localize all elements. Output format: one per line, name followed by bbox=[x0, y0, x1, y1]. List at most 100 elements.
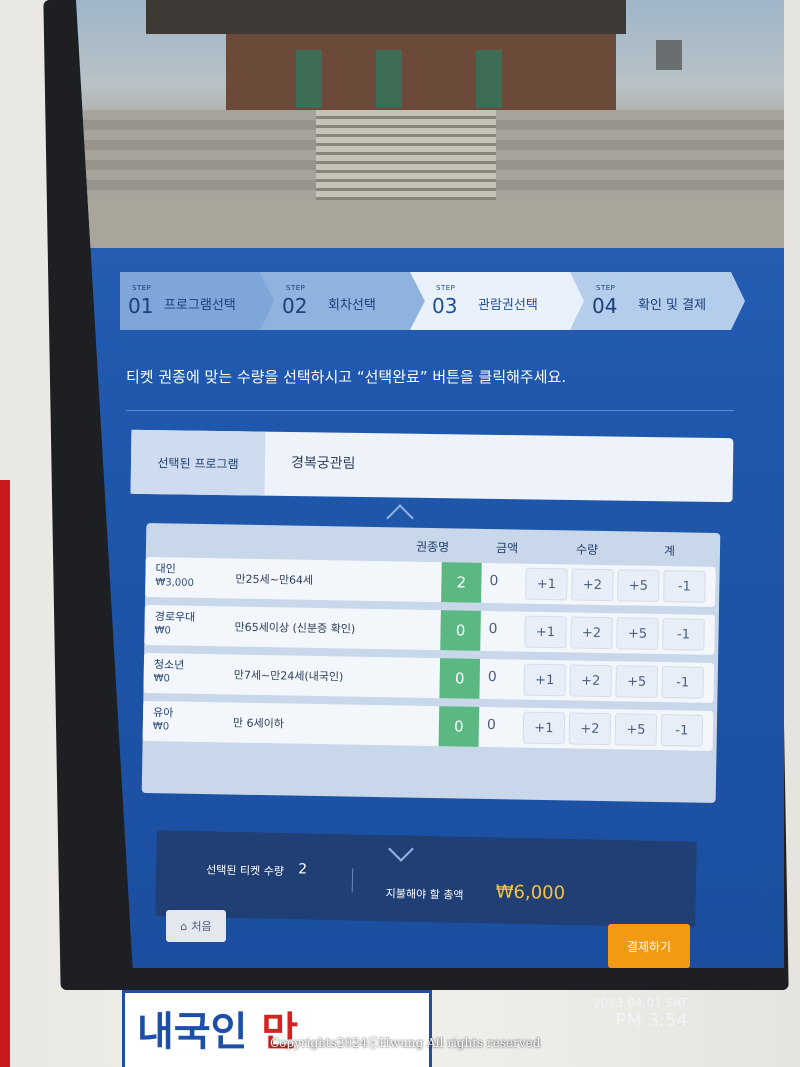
domestic-visitor-sign: 내국인 만 bbox=[122, 990, 432, 1067]
summary-divider bbox=[351, 868, 354, 893]
ticket-price: ₩0 bbox=[154, 625, 171, 637]
pay-button[interactable]: 결제하기 bbox=[608, 924, 690, 968]
instruction-text: 티켓 권종에 맞는 수량을 선택하시고 “선택완료” 버튼을 클릭해주세요. bbox=[126, 368, 567, 386]
subtract-one-button[interactable]: -1 bbox=[663, 570, 706, 603]
add-two-button[interactable]: +2 bbox=[570, 616, 613, 650]
subtract-one-button[interactable]: -1 bbox=[660, 714, 704, 747]
home-button[interactable]: ⌂ 처음 bbox=[166, 910, 226, 942]
add-two-button[interactable]: +2 bbox=[569, 664, 612, 698]
palace-hall bbox=[226, 34, 616, 112]
quantity-value: 0 bbox=[438, 706, 480, 747]
home-icon: ⌂ bbox=[180, 919, 188, 933]
subtract-one-button[interactable]: -1 bbox=[661, 666, 704, 699]
quantity-value: 0 bbox=[440, 610, 481, 651]
table-row: 대인 ₩3,000 만25세~만64세 2 0 +1 +2 +5 -1 bbox=[145, 557, 716, 607]
step-label: 프로그램선택 bbox=[164, 298, 236, 313]
header-quantity: 수량 bbox=[575, 542, 599, 557]
datetime-display: 2023.04.01 SAT PM 3:54 bbox=[580, 996, 688, 1031]
add-one-button[interactable]: +1 bbox=[522, 711, 566, 745]
palace-roof bbox=[146, 0, 626, 34]
copyright-watermark: Copyrights2024ⓒHwung All rights reserved bbox=[270, 1036, 541, 1050]
row-amount: 0 bbox=[487, 668, 497, 686]
courtyard-ground bbox=[76, 200, 784, 248]
step-tag: STEP bbox=[596, 284, 616, 292]
stone-stairs bbox=[316, 110, 496, 210]
ticket-count: 2 bbox=[298, 861, 308, 878]
sign-text-blue: 내국인 bbox=[137, 1009, 248, 1055]
add-two-button[interactable]: +2 bbox=[568, 712, 612, 746]
program-value: 경복궁관림 bbox=[290, 455, 356, 472]
hall-window bbox=[376, 50, 402, 108]
ticket-type-label: 유아 bbox=[152, 706, 174, 720]
kiosk-screen: STEP 01 프로그램선택 STEP 02 회차선택 STEP 03 관람권선… bbox=[76, 0, 784, 968]
ticket-type-name: 청소년 ₩0 bbox=[154, 658, 185, 687]
step-3-current: STEP 03 관람권선택 bbox=[410, 272, 595, 330]
program-label: 선택된 프로그램 bbox=[130, 429, 266, 496]
step-progress-bar: STEP 01 프로그램선택 STEP 02 회차선택 STEP 03 관람권선… bbox=[120, 272, 745, 330]
step-4: STEP 04 확인 및 결제 bbox=[570, 272, 745, 330]
step-number: 04 bbox=[592, 294, 618, 318]
quantity-value: 2 bbox=[441, 562, 482, 603]
pagoda bbox=[656, 40, 682, 70]
total-amount: ₩6,000 bbox=[495, 881, 566, 904]
table-row: 유아 ₩0 만 6세이하 0 0 +1 +2 +5 -1 bbox=[142, 700, 714, 751]
total-label: 지불해야 할 총액 bbox=[385, 887, 464, 902]
row-amount: 0 bbox=[488, 621, 498, 638]
divider bbox=[126, 410, 734, 411]
add-one-button[interactable]: +1 bbox=[525, 567, 568, 601]
ticket-count-label: 선택된 티켓 수량 bbox=[206, 863, 285, 879]
add-one-button[interactable]: +1 bbox=[523, 663, 566, 697]
ticket-age-range: 만7세~만24세(내국인) bbox=[233, 668, 344, 684]
ticket-table: 권종명 금액 수량 계 대인 ₩3,000 만25세~만64세 2 0 +1 +2… bbox=[141, 523, 721, 803]
step-number: 03 bbox=[432, 294, 458, 318]
add-two-button[interactable]: +2 bbox=[571, 568, 614, 602]
row-amount: 0 bbox=[489, 573, 499, 590]
red-kiosk-edge bbox=[0, 480, 10, 1067]
ticket-price: ₩3,000 bbox=[155, 577, 194, 589]
ticket-age-range: 만25세~만64세 bbox=[235, 572, 314, 587]
ticket-age-range: 만 6세이하 bbox=[232, 716, 285, 731]
header-price: 금액 bbox=[495, 541, 519, 556]
ticket-type-name: 경로우대 ₩0 bbox=[154, 610, 195, 639]
step-label: 회차선택 bbox=[328, 298, 376, 313]
quantity-value: 0 bbox=[439, 658, 481, 699]
step-number: 02 bbox=[282, 294, 308, 318]
ticket-type-name: 유아 ₩0 bbox=[153, 706, 174, 734]
ticket-age-range: 만65세이상 (신분증 확인) bbox=[234, 620, 356, 636]
kiosk-frame: STEP 01 프로그램선택 STEP 02 회차선택 STEP 03 관람권선… bbox=[0, 0, 800, 1067]
selected-program-field: 선택된 프로그램 경복궁관림 bbox=[130, 429, 734, 503]
step-1: STEP 01 프로그램선택 bbox=[120, 272, 285, 330]
table-row: 경로우대 ₩0 만65세이상 (신분증 확인) 0 0 +1 +2 +5 -1 bbox=[144, 604, 715, 655]
ticket-type-label: 대인 bbox=[155, 562, 176, 576]
ticket-summary-bar: 선택된 티켓 수량 2 지불해야 할 총액 ₩6,000 bbox=[155, 830, 697, 928]
header-total: 계 bbox=[663, 544, 676, 559]
step-number: 01 bbox=[128, 294, 154, 318]
hall-window bbox=[296, 50, 322, 108]
header-ticket-type: 권종명 bbox=[415, 539, 450, 555]
table-row: 청소년 ₩0 만7세~만24세(내국인) 0 0 +1 +2 +5 -1 bbox=[143, 652, 715, 703]
ticket-type-label: 경로우대 bbox=[154, 610, 196, 624]
step-2: STEP 02 회차선택 bbox=[260, 272, 435, 330]
add-five-button[interactable]: +5 bbox=[617, 569, 660, 602]
add-five-button[interactable]: +5 bbox=[616, 617, 659, 650]
add-one-button[interactable]: +1 bbox=[524, 615, 567, 649]
step-tag: STEP bbox=[436, 284, 456, 292]
home-button-label: 처음 bbox=[191, 920, 212, 933]
palace-photo bbox=[76, 0, 784, 248]
step-label: 확인 및 결제 bbox=[638, 298, 707, 313]
time-text: PM 3:54 bbox=[615, 1010, 688, 1031]
row-amount: 0 bbox=[486, 716, 496, 734]
subtract-one-button[interactable]: -1 bbox=[662, 618, 705, 651]
ticket-type-label: 청소년 bbox=[153, 658, 185, 672]
ticket-price: ₩0 bbox=[152, 721, 170, 733]
step-label: 관람권선택 bbox=[478, 298, 538, 313]
ticket-price: ₩0 bbox=[153, 673, 171, 685]
ticket-type-name: 대인 ₩3,000 bbox=[155, 562, 194, 591]
add-five-button[interactable]: +5 bbox=[614, 713, 658, 746]
add-five-button[interactable]: +5 bbox=[615, 665, 658, 698]
step-tag: STEP bbox=[286, 284, 306, 292]
table-header: 권종명 금액 수량 계 bbox=[416, 536, 716, 563]
hall-window bbox=[476, 50, 502, 108]
date-text: 2023.04.01 SAT bbox=[593, 996, 688, 1010]
step-tag: STEP bbox=[132, 284, 152, 292]
